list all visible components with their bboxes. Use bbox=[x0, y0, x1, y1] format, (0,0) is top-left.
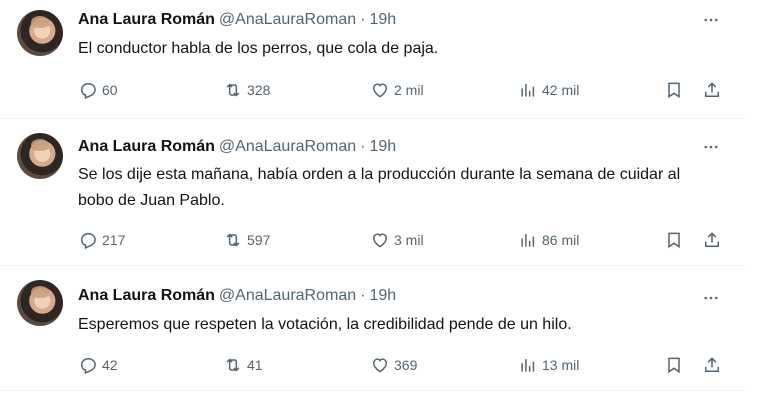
tweet-time[interactable]: 19h bbox=[369, 138, 396, 155]
share-button[interactable] bbox=[702, 228, 722, 252]
tweet-actions: 42 41 369 13 mil bbox=[78, 353, 728, 377]
like-count: 369 bbox=[394, 357, 418, 373]
retweet-icon bbox=[226, 358, 240, 372]
views-count: 13 mil bbox=[542, 357, 580, 373]
reply-button[interactable]: 60 bbox=[78, 78, 118, 102]
tweet-text: El conductor habla de los perros, que co… bbox=[78, 40, 439, 57]
retweet-icon bbox=[226, 83, 240, 97]
retweet-count: 328 bbox=[247, 82, 271, 98]
share-icon bbox=[705, 357, 719, 372]
retweet-icon bbox=[226, 233, 240, 247]
retweet-button[interactable]: 41 bbox=[223, 353, 263, 377]
like-button[interactable]: 3 mil bbox=[370, 228, 424, 252]
reply-count: 42 bbox=[102, 357, 118, 373]
like-button[interactable]: 2 mil bbox=[370, 78, 424, 102]
reply-icon bbox=[80, 83, 96, 100]
tweet-time[interactable]: 19h bbox=[369, 11, 396, 28]
heart-icon bbox=[372, 83, 388, 98]
retweet-count: 597 bbox=[247, 232, 271, 248]
tweet[interactable]: Ana Laura Román @AnaLauraRoman · 19h Espere… bbox=[0, 266, 745, 391]
author-handle[interactable]: @AnaLauraRoman bbox=[219, 287, 356, 304]
bookmark-button[interactable] bbox=[664, 228, 684, 252]
views-count: 42 mil bbox=[542, 82, 580, 98]
reply-icon bbox=[80, 358, 96, 375]
views-count: 86 mil bbox=[542, 232, 580, 248]
separator-dot: · bbox=[360, 138, 366, 155]
tweet-header: Ana Laura Román @AnaLauraRoman · 19h bbox=[78, 137, 396, 157]
share-icon bbox=[705, 232, 719, 247]
separator-dot: · bbox=[360, 287, 366, 304]
bookmark-button[interactable] bbox=[664, 353, 684, 377]
avatar[interactable] bbox=[17, 133, 63, 179]
reply-count: 60 bbox=[102, 82, 118, 98]
retweet-button[interactable]: 597 bbox=[223, 228, 270, 252]
like-button[interactable]: 369 bbox=[370, 353, 417, 377]
more-horizontal-icon bbox=[704, 296, 718, 300]
tweet[interactable]: Ana Laura Román @AnaLauraRoman · 19h El con… bbox=[0, 0, 745, 119]
heart-icon bbox=[372, 358, 388, 373]
author-handle[interactable]: @AnaLauraRoman bbox=[219, 11, 356, 28]
views-chart-icon bbox=[521, 359, 535, 372]
bookmark-icon bbox=[668, 357, 680, 374]
tweet[interactable]: Ana Laura Román @AnaLauraRoman · 19h Se los… bbox=[0, 119, 745, 266]
reply-icon bbox=[80, 233, 96, 250]
tweet-actions: 217 597 3 mil 86 mil bbox=[78, 228, 728, 252]
retweet-button[interactable]: 328 bbox=[223, 78, 270, 102]
heart-icon bbox=[372, 233, 388, 248]
reply-button[interactable]: 42 bbox=[78, 353, 118, 377]
reply-button[interactable]: 217 bbox=[78, 228, 125, 252]
tweet-text: Esperemos que respeten la votación, la c… bbox=[78, 316, 572, 333]
avatar[interactable] bbox=[17, 10, 63, 56]
tweet-actions: 60 328 2 mil 42 mil bbox=[78, 78, 728, 102]
views-button[interactable]: 13 mil bbox=[518, 353, 579, 377]
avatar[interactable] bbox=[17, 280, 63, 326]
views-button[interactable]: 42 mil bbox=[518, 78, 579, 102]
retweet-count: 41 bbox=[247, 357, 263, 373]
more-horizontal-icon bbox=[704, 145, 718, 149]
bookmark-icon bbox=[668, 82, 680, 99]
share-icon bbox=[705, 82, 719, 97]
author-name[interactable]: Ana Laura Román bbox=[78, 11, 215, 28]
tweet-text: Se los dije esta mañana, había orden a l… bbox=[78, 166, 681, 209]
author-name[interactable]: Ana Laura Román bbox=[78, 287, 215, 304]
share-button[interactable] bbox=[702, 78, 722, 102]
views-button[interactable]: 86 mil bbox=[518, 228, 579, 252]
share-button[interactable] bbox=[702, 353, 722, 377]
like-count: 3 mil bbox=[394, 232, 424, 248]
author-name[interactable]: Ana Laura Román bbox=[78, 138, 215, 155]
more-options-button[interactable] bbox=[701, 10, 721, 30]
more-horizontal-icon bbox=[704, 18, 718, 22]
bookmark-icon bbox=[668, 232, 680, 249]
tweet-header: Ana Laura Román @AnaLauraRoman · 19h bbox=[78, 286, 396, 306]
author-handle[interactable]: @AnaLauraRoman bbox=[219, 138, 356, 155]
like-count: 2 mil bbox=[394, 82, 424, 98]
tweet-feed: Ana Laura Román @AnaLauraRoman · 19h El con… bbox=[0, 0, 767, 400]
bookmark-button[interactable] bbox=[664, 78, 684, 102]
separator-dot: · bbox=[360, 11, 366, 28]
views-chart-icon bbox=[521, 234, 535, 247]
tweet-header: Ana Laura Román @AnaLauraRoman · 19h bbox=[78, 10, 396, 30]
more-options-button[interactable] bbox=[701, 137, 721, 157]
more-options-button[interactable] bbox=[701, 288, 721, 308]
reply-count: 217 bbox=[102, 232, 126, 248]
views-chart-icon bbox=[521, 84, 535, 97]
tweet-time[interactable]: 19h bbox=[369, 287, 396, 304]
